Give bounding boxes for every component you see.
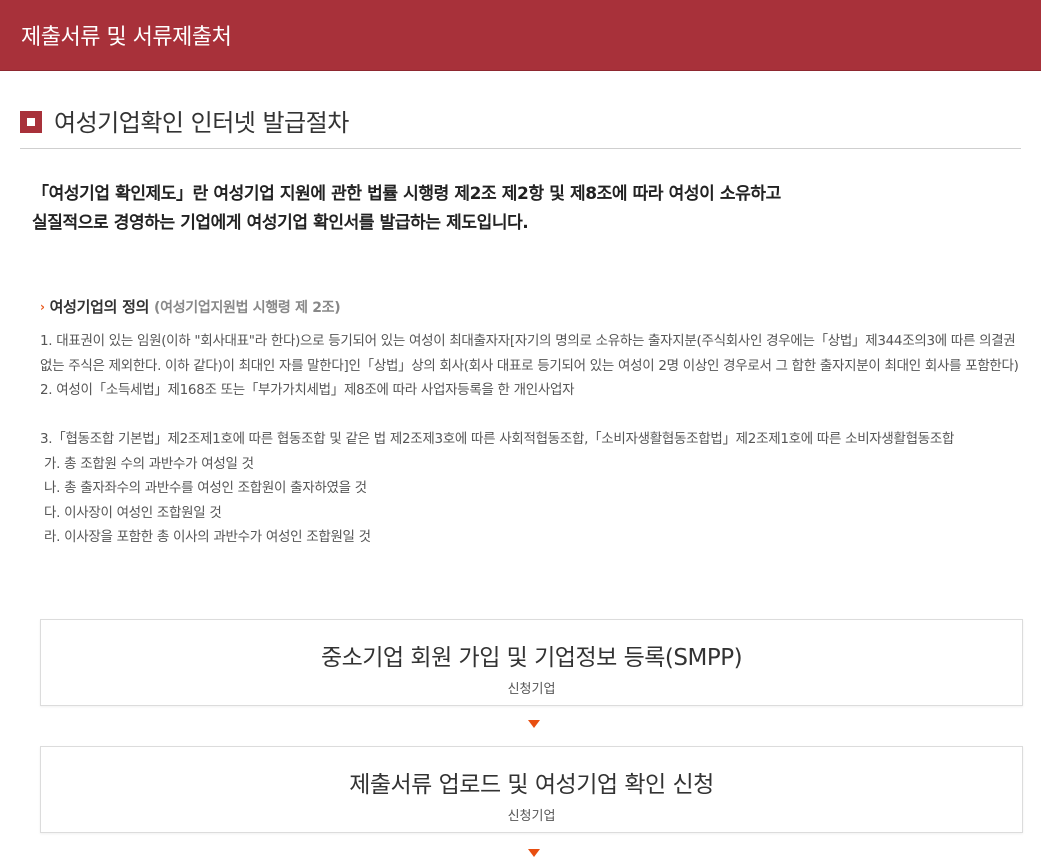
page-header-title: 제출서류 및 서류제출처 bbox=[21, 25, 232, 50]
process-step-1: 중소기업 회원 가입 및 기업정보 등록(SMPP) 신청기업 bbox=[40, 619, 1023, 706]
definition-subitem: 나. 총 출자좌수의 과반수를 여성인 조합원이 출자하였을 것 bbox=[40, 480, 367, 496]
process-step-2: 제출서류 업로드 및 여성기업 확인 신청 신청기업 bbox=[40, 746, 1023, 833]
definition-item: 2. 여성이「소득세법」제168조 또는「부가가치세법」제8조에 따라 사업자등… bbox=[40, 382, 575, 398]
section-heading: 여성기업확인 인터넷 발급절차 bbox=[20, 105, 1021, 149]
step-actor: 신청기업 bbox=[507, 809, 556, 824]
chevron-right-icon: › bbox=[40, 300, 45, 314]
arrow-down-icon bbox=[528, 720, 540, 728]
step-name: 제출서류 업로드 및 여성기업 확인 신청 bbox=[349, 772, 714, 798]
section-title: 여성기업확인 인터넷 발급절차 bbox=[54, 109, 349, 137]
step-actor: 신청기업 bbox=[507, 682, 556, 697]
definition-subitem: 가. 총 조합원 수의 과반수가 여성일 것 bbox=[40, 455, 254, 472]
definition-title: 여성기업의 정의 bbox=[49, 298, 150, 316]
arrow-down-icon bbox=[528, 849, 540, 857]
definition-subtitle: (여성기업지원법 시행령 제 2조) bbox=[154, 300, 341, 316]
definition-subitem: 다. 이사장이 여성인 조합원일 것 bbox=[40, 504, 222, 521]
intro-line-1: 「여성기업 확인제도」란 여성기업 지원에 관한 법률 시행령 제2조 제2항 … bbox=[32, 184, 781, 204]
square-bullet-icon bbox=[20, 111, 42, 133]
definition-body: 1. 대표권이 있는 임원(이하 "회사대표"라 한다)으로 등기되어 있는 여… bbox=[40, 329, 1025, 550]
definition-item: 3.「협동조합 기본법」제2조제1호에 따른 협동조합 및 같은 법 제2조제3… bbox=[40, 431, 955, 447]
step-name: 중소기업 회원 가입 및 기업정보 등록(SMPP) bbox=[320, 645, 743, 671]
definition-heading: › 여성기업의 정의 (여성기업지원법 시행령 제 2조) bbox=[40, 296, 341, 317]
intro-text: 「여성기업 확인제도」란 여성기업 지원에 관한 법률 시행령 제2조 제2항 … bbox=[32, 180, 992, 238]
definition-item: 1. 대표권이 있는 임원(이하 "회사대표"라 한다)으로 등기되어 있는 여… bbox=[40, 333, 1019, 374]
intro-line-2: 실질적으로 경영하는 기업에게 여성기업 확인서를 발급하는 제도입니다. bbox=[32, 213, 529, 233]
page-header: 제출서류 및 서류제출처 bbox=[0, 0, 1041, 71]
definition-subitem: 라. 이사장을 포함한 총 이사의 과반수가 여성인 조합원일 것 bbox=[40, 529, 371, 545]
